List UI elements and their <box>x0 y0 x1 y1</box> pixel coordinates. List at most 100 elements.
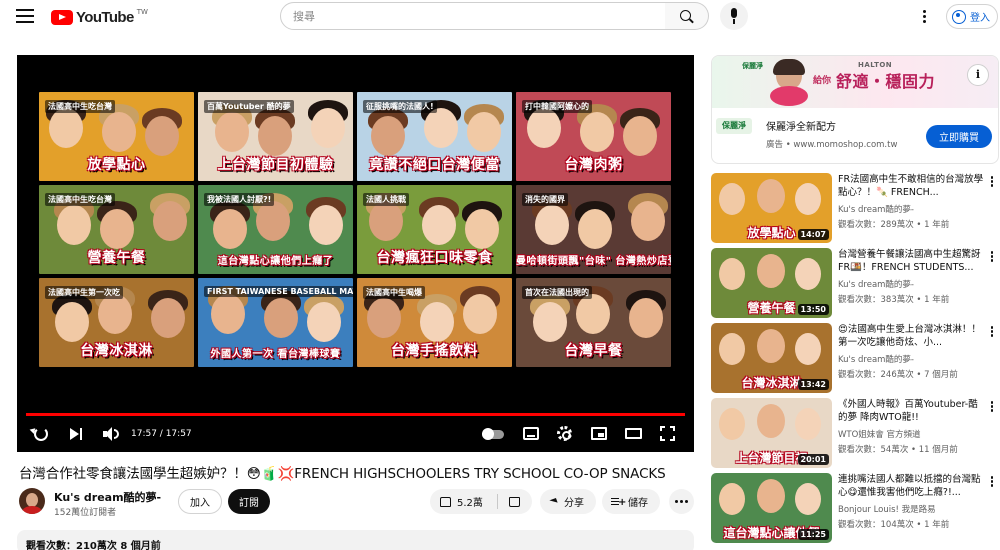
voice-search-button[interactable] <box>720 2 748 30</box>
more-options-icon[interactable] <box>989 175 995 189</box>
recommended-channel[interactable]: WTO姐妹會 官方頻道 <box>838 428 921 440</box>
recommended-video[interactable]: 上台灣節目初 20:01 《外國人時報》百萬Youtuber-酷的夢 降肉WTO… <box>711 398 1000 470</box>
menu-icon[interactable] <box>16 9 34 23</box>
gear-icon[interactable] <box>557 426 572 441</box>
dislike-button[interactable] <box>498 489 532 514</box>
replay-icon[interactable] <box>34 427 48 441</box>
end-screen-tile[interactable]: 征服挑嘴的法國人! 竟讚不絕口台灣便當 <box>357 92 512 181</box>
more-actions-icon[interactable] <box>669 489 694 514</box>
tile-caption: 營養午餐 <box>87 250 146 266</box>
like-button[interactable]: 5.2萬 <box>430 489 497 514</box>
like-dislike-group: 5.2萬 <box>430 489 532 514</box>
end-screen-tile[interactable]: 我被法國人討厭?! 這台灣點心讓他們上癮了 <box>198 185 353 274</box>
tile-caption: 這台灣點心讓他們上癮了 <box>217 256 334 267</box>
recommended-title[interactable]: 台灣營養午餐讓法國高中生超驚訝FR🍱！FRENCH STUDENTS... <box>838 248 984 274</box>
miniplayer-icon[interactable] <box>591 427 607 440</box>
more-options-icon[interactable] <box>989 400 995 414</box>
fullscreen-icon[interactable] <box>660 426 675 441</box>
playlist-add-icon <box>611 497 626 508</box>
sign-in-button[interactable]: 登入 <box>946 4 998 29</box>
ad-buy-button[interactable]: 立即購買 <box>926 125 992 148</box>
view-count-date: 觀看次數：210萬次 8 個月前 <box>26 541 161 550</box>
end-screen-tile[interactable]: 法國高中生喝爆 台灣手搖飲料 <box>357 278 512 367</box>
info-icon[interactable]: i <box>967 64 989 86</box>
more-options-icon[interactable] <box>989 475 995 489</box>
video-duration: 13:42 <box>797 379 829 390</box>
subtitles-icon[interactable] <box>523 427 539 440</box>
channel-avatar[interactable] <box>19 488 45 514</box>
ad-title[interactable]: 保麗淨全新配方 <box>766 118 836 133</box>
settings-menu-icon[interactable] <box>918 8 930 26</box>
recommended-title[interactable]: FR法國高中生不敢相信的台灣放學點心？！🍡 FRENCH... <box>838 173 984 199</box>
video-thumbnail[interactable]: 台灣冰淇淋 13:42 <box>711 323 832 393</box>
subscribe-button[interactable]: 訂閱 <box>228 489 270 514</box>
video-duration: 20:01 <box>797 454 829 465</box>
recommended-meta: 觀看次數：289萬次 • 1 年前 <box>838 220 950 230</box>
recommended-channel[interactable]: Ku's dream酷的夢- <box>838 353 914 365</box>
recommended-channel[interactable]: Ku's dream酷的夢- <box>838 278 914 290</box>
search-input[interactable] <box>280 2 666 30</box>
volume-icon[interactable] <box>103 427 119 441</box>
join-button[interactable]: 加入 <box>178 489 222 514</box>
ad-banner-image[interactable]: 保麗淨 HALTON 給你 舒適・穩固力 <box>712 56 998 108</box>
recommended-video[interactable]: 營養午餐 13:50 台灣營養午餐讓法國高中生超驚訝FR🍱！FRENCH STU… <box>711 248 1000 320</box>
video-thumbnail[interactable]: 上台灣節目初 20:01 <box>711 398 832 468</box>
tile-caption: 台灣冰淇淋 <box>80 343 153 359</box>
video-thumbnail[interactable]: 這台灣點心讓他們 11:25 <box>711 473 832 543</box>
tile-subtitle: FIRST TAIWANESE BASEBALL MATCH!! <box>204 286 353 297</box>
ad-brand-tag: 保麗淨 <box>742 62 763 70</box>
end-screen-tile[interactable]: 百萬Youtuber 酷的夢 上台灣節目初體驗 <box>198 92 353 181</box>
ad-lead-text: 給你 <box>813 76 832 86</box>
video-player[interactable]: 法國高中生吃台灣 放學點心 百萬Youtuber 酷的夢 上台灣節目初體驗 征服挑嘴的法… <box>17 55 694 452</box>
progress-bar[interactable] <box>26 413 685 416</box>
tile-caption: 竟讚不絕口台灣便當 <box>369 157 500 173</box>
ad-person-image <box>770 59 808 106</box>
video-thumbnail[interactable]: 營養午餐 13:50 <box>711 248 832 318</box>
recommended-video[interactable]: 放學點心 14:07 FR法國高中生不敢相信的台灣放學點心？！🍡 FRENCH.… <box>711 173 1000 245</box>
search-button[interactable] <box>665 2 709 30</box>
theater-mode-icon[interactable] <box>625 428 642 439</box>
tile-subtitle: 法國高中生吃台灣 <box>45 193 115 206</box>
account-icon <box>952 9 966 24</box>
like-count: 5.2萬 <box>457 498 483 509</box>
recommended-video[interactable]: 這台灣點心讓他們 11:25 連挑嘴法國人都難以抵擋的台灣點心😋還惟我害他們吃上… <box>711 473 1000 545</box>
recommended-title[interactable]: 《外國人時報》百萬Youtuber-酷的夢 降肉WTO龍!! <box>838 398 984 424</box>
sidebar-ad[interactable]: 保麗淨 HALTON 給你 舒適・穩固力 i 保麗淨 保麗淨全新配方 廣告 • … <box>711 55 999 164</box>
save-button[interactable]: 儲存 <box>602 489 660 514</box>
autoplay-toggle[interactable] <box>482 428 504 440</box>
end-screen-tile[interactable]: 法國人挑戰 台灣瘋狂口味零食 <box>357 185 512 274</box>
tile-caption: 曼哈頓街頭飄"台味" 台灣熱炒店登富比士 <box>516 256 671 267</box>
channel-name[interactable]: Ku's dream酷的夢- <box>54 489 161 505</box>
tile-subtitle: 法國高中生吃台灣 <box>45 100 115 113</box>
sign-in-label: 登入 <box>970 13 990 24</box>
recommended-title[interactable]: 😍法國高中生愛上台灣冰淇淋！！第一次吃讓他奇炫、小... <box>838 323 984 349</box>
end-screen-tile[interactable]: 打中韓國阿嬤心的 台灣肉粥 <box>516 92 671 181</box>
end-screen-tile[interactable]: 首次在法國出現的台灣早餐 <box>516 278 671 367</box>
tile-caption: 台灣手搖飲料 <box>391 343 478 359</box>
tile-subtitle: 首次在法國出現的 <box>522 286 592 299</box>
mic-icon <box>731 8 737 18</box>
end-screen-tile[interactable]: 法國高中生吃台灣 放學點心 <box>39 92 194 181</box>
more-options-icon[interactable] <box>989 325 995 339</box>
tile-subtitle: 征服挑嘴的法國人! <box>363 100 437 113</box>
video-duration: 14:07 <box>797 229 829 240</box>
share-button[interactable]: 分享 <box>540 489 596 514</box>
description-box[interactable]: 觀看次數：210萬次 8 個月前 <box>17 530 694 550</box>
recommended-meta: 觀看次數：104萬次 • 1 年前 <box>838 520 950 530</box>
more-options-icon[interactable] <box>989 250 995 264</box>
video-thumbnail[interactable]: 放學點心 14:07 <box>711 173 832 243</box>
next-icon[interactable] <box>69 427 83 441</box>
youtube-logo[interactable]: YouTube TW <box>51 8 148 26</box>
recommended-title[interactable]: 連挑嘴法國人都難以抵擋的台灣點心😋還惟我害他們吃上癮?!... <box>838 473 984 499</box>
ad-sponsor-line: 廣告 • www.momoshop.com.tw <box>766 140 898 150</box>
recommended-video[interactable]: 台灣冰淇淋 13:42 😍法國高中生愛上台灣冰淇淋！！第一次吃讓他奇炫、小...… <box>711 323 1000 395</box>
video-title: 台灣合作社零食讓法國學生超嫉妒？！😳🧃💢FRENCH HIGHSCHOOLERS… <box>19 466 666 482</box>
end-screen-tile[interactable]: 法國高中生第一次吃 台灣冰淇淋 <box>39 278 194 367</box>
end-screen-tile[interactable]: 法國高中生吃台灣營養午餐 <box>39 185 194 274</box>
end-screen-tile[interactable]: 消失的國界曼哈頓街頭飄"台味" 台灣熱炒店登富比士 <box>516 185 671 274</box>
ad-headline: 舒適・穩固力 <box>836 72 936 91</box>
tile-caption: 台灣早餐 <box>564 343 623 359</box>
end-screen-tile[interactable]: FIRST TAIWANESE BASEBALL MATCH!! 外國人第一次 看… <box>198 278 353 367</box>
recommended-channel[interactable]: Ku's dream酷的夢- <box>838 203 914 215</box>
recommended-channel[interactable]: Bonjour Louis! 我是路易 <box>838 503 936 515</box>
